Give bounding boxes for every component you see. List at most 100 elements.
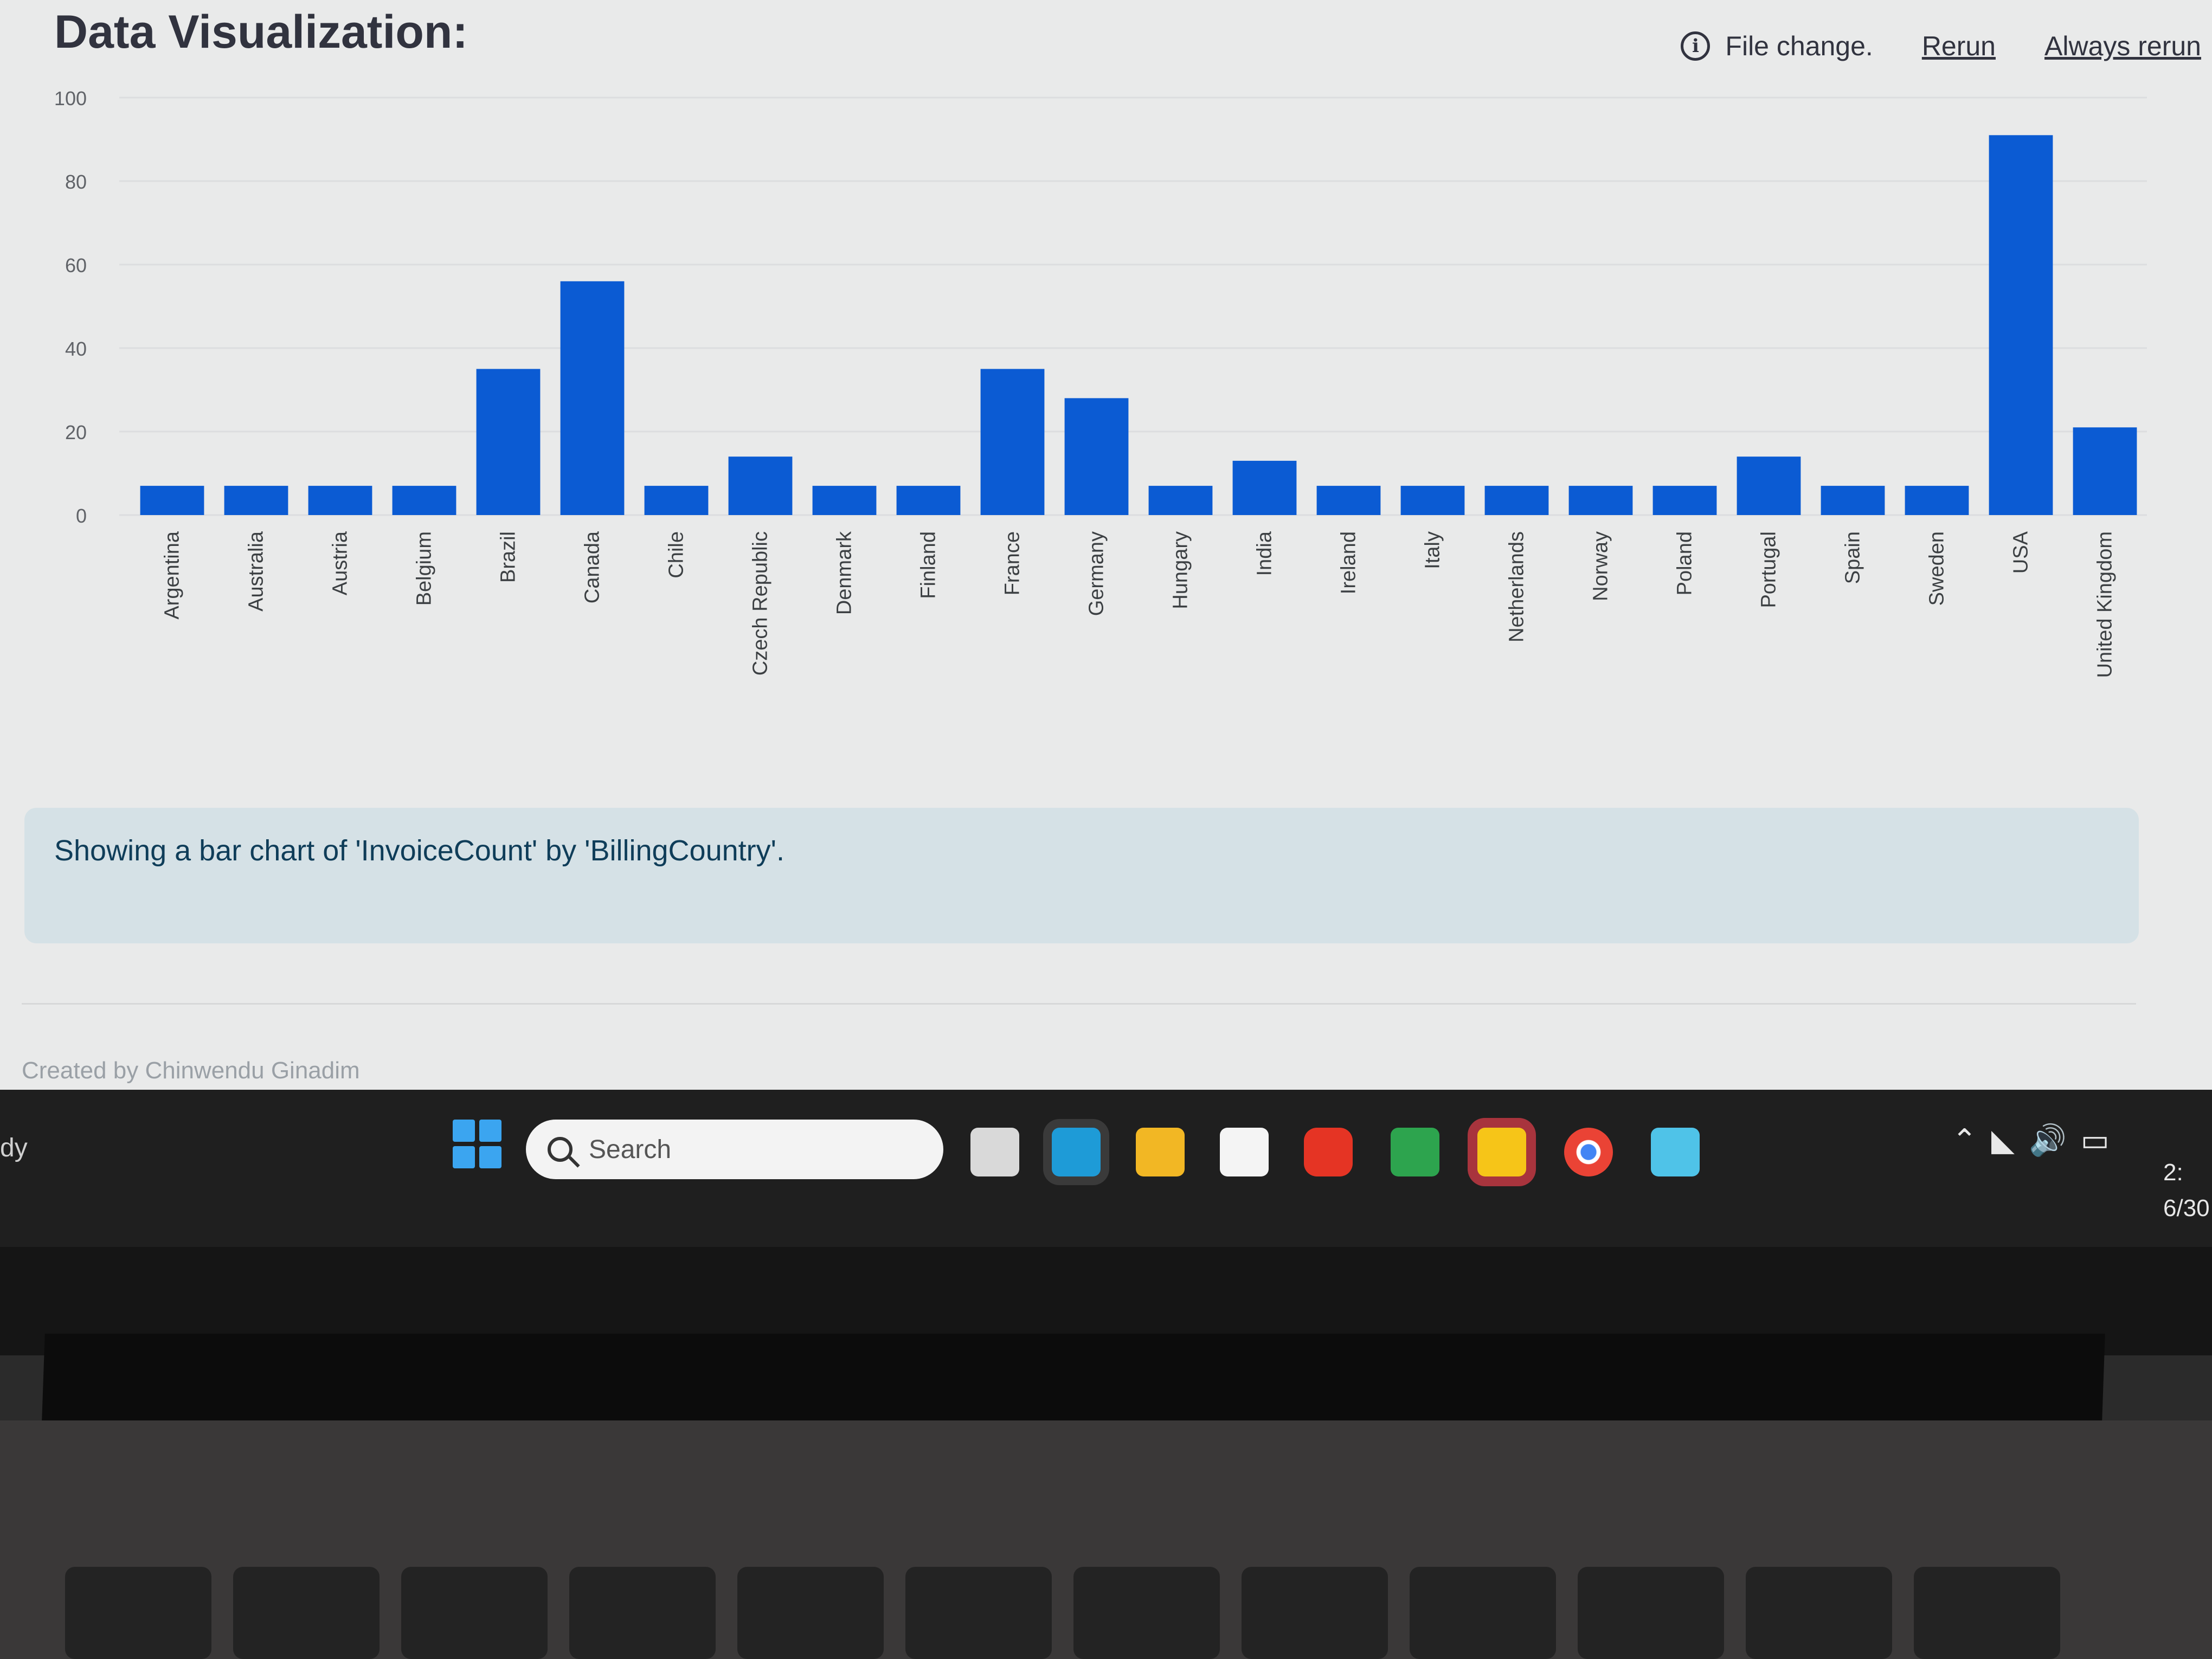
store-icon[interactable] (1220, 1128, 1269, 1176)
bar-belgium[interactable] (392, 486, 456, 515)
info-icon: i (1681, 31, 1711, 61)
bar-chart-svg: 0 20 40 60 80 100 Argentina Australia Austria Bel… (54, 87, 2147, 678)
info-alert: Showing a bar chart of 'InvoiceCount' by… (24, 808, 2139, 943)
bar-chile[interactable] (644, 486, 709, 515)
clock-date: 6/30 (2163, 1195, 2210, 1221)
bar-ireland[interactable] (1316, 486, 1381, 515)
clock-time: 2: (2163, 1159, 2183, 1186)
bar-netherlands[interactable] (1484, 486, 1549, 515)
wifi-icon[interactable]: ◣ (1991, 1122, 2015, 1158)
x-tick-label: USA (2010, 531, 2033, 574)
x-tick-label: Belgium (413, 531, 436, 606)
windows-taskbar: dy Search ⌃ ◣ 🔊 ▭ 2: 6/30 (0, 1090, 2212, 1247)
x-tick-label: Brazil (497, 531, 520, 583)
bar-australia[interactable] (224, 486, 288, 515)
file-change-label: File change. (1725, 31, 1873, 61)
bar-chart: 0 20 40 60 80 100 Argentina Australia Austria Bel… (0, 81, 2212, 786)
start-logo-tile (453, 1146, 475, 1168)
taskbar-search[interactable]: Search (526, 1120, 943, 1179)
battery-icon[interactable]: ▭ (2081, 1122, 2110, 1158)
status-bar: i File change. Rerun Always rerun (1681, 16, 2201, 76)
bar-czech-republic[interactable] (728, 456, 793, 515)
start-button[interactable] (453, 1120, 501, 1168)
bar-denmark[interactable] (812, 486, 877, 515)
bar-portugal[interactable] (1737, 456, 1801, 515)
app-screen: Data Visualization: i File change. Rerun… (0, 0, 2212, 1128)
search-label: Search (589, 1135, 672, 1164)
info-alert-text: Showing a bar chart of 'InvoiceCount' by… (54, 834, 785, 867)
bar-norway[interactable] (1568, 486, 1633, 515)
taskbar-left-text: dy (0, 1134, 28, 1162)
bar-spain[interactable] (1821, 486, 1885, 515)
x-tick-label: Portugal (1758, 531, 1780, 608)
x-tick-label: France (1001, 531, 1024, 595)
bar-usa[interactable] (1989, 135, 2053, 516)
taskbar-clock[interactable]: 2: 6/30 (2163, 1155, 2210, 1226)
x-tick-label: Czech Republic (749, 531, 772, 676)
x-tick-label: Italy (1422, 531, 1444, 569)
keyboard-key (737, 1567, 884, 1659)
bar-argentina[interactable] (140, 486, 204, 515)
x-tick-label: Denmark (833, 531, 856, 615)
keyboard-key (1242, 1567, 1388, 1659)
x-tick-label: Sweden (1926, 531, 1949, 606)
x-tick-label: Austria (329, 531, 352, 595)
keyboard-key (905, 1567, 1052, 1659)
task-view-icon[interactable] (970, 1128, 1019, 1176)
x-tick-label: Poland (1674, 531, 1696, 595)
page-title: Data Visualization: (54, 6, 468, 58)
y-tick-label: 20 (65, 421, 87, 443)
bar-austria[interactable] (308, 486, 372, 515)
bar-canada[interactable] (560, 281, 625, 515)
system-tray: ⌃ ◣ 🔊 ▭ (1952, 1122, 2110, 1158)
keyboard-key (1410, 1567, 1556, 1659)
x-tick-label: Finland (917, 531, 940, 599)
keyboard-key (401, 1567, 548, 1659)
bar-hungary[interactable] (1148, 486, 1213, 515)
bar-sweden[interactable] (1905, 486, 1969, 515)
y-tick-label: 80 (65, 171, 87, 193)
rerun-button[interactable]: Rerun (1922, 30, 1996, 62)
start-logo-tile (453, 1120, 475, 1142)
x-tick-label: Chile (665, 531, 688, 578)
bar-france[interactable] (980, 369, 1045, 516)
x-tick-label: Germany (1085, 531, 1108, 616)
y-tick-label: 40 (65, 338, 87, 360)
footer-divider (22, 1003, 2136, 1005)
keyboard-key (1578, 1567, 1724, 1659)
x-tick-label: Hungary (1169, 531, 1192, 609)
x-tick-label: Canada (581, 531, 604, 603)
keyboard-key (1746, 1567, 1892, 1659)
bar-india[interactable] (1232, 460, 1297, 515)
edge-icon[interactable] (1052, 1128, 1101, 1176)
footer-credit: Created by Chinwendu Ginadim (22, 1057, 360, 1084)
keyboard-key (233, 1567, 380, 1659)
keyboard-key (1914, 1567, 2060, 1659)
start-logo-tile (479, 1146, 501, 1168)
x-tick-label: Netherlands (1506, 531, 1528, 642)
file-explorer-icon[interactable] (1136, 1128, 1185, 1176)
bar-germany[interactable] (1064, 398, 1129, 515)
volume-icon[interactable]: 🔊 (2029, 1122, 2067, 1158)
file-change-status: i File change. (1681, 30, 1873, 62)
x-tick-label: Ireland (1338, 531, 1360, 594)
search-icon (548, 1137, 573, 1162)
youtube-icon[interactable] (1304, 1128, 1353, 1176)
laptop-hinge (42, 1334, 2105, 1420)
x-tick-label: Australia (245, 531, 268, 612)
chrome-icon[interactable] (1564, 1128, 1613, 1176)
bar-united-kingdom[interactable] (2073, 427, 2137, 515)
always-rerun-button[interactable]: Always rerun (2044, 30, 2201, 62)
chat-icon[interactable] (1391, 1128, 1439, 1176)
notepad-icon[interactable] (1651, 1128, 1700, 1176)
y-tick-label: 100 (54, 87, 87, 110)
x-tick-label: India (1253, 531, 1276, 576)
bar-poland[interactable] (1652, 486, 1717, 515)
sticky-notes-icon[interactable] (1477, 1128, 1526, 1176)
bar-finland[interactable] (896, 486, 961, 515)
bar-brazil[interactable] (476, 369, 541, 516)
x-tick-label: Norway (1590, 531, 1612, 601)
chevron-up-icon[interactable]: ⌃ (1952, 1122, 1977, 1158)
keyboard-key (569, 1567, 716, 1659)
bar-italy[interactable] (1400, 486, 1465, 515)
